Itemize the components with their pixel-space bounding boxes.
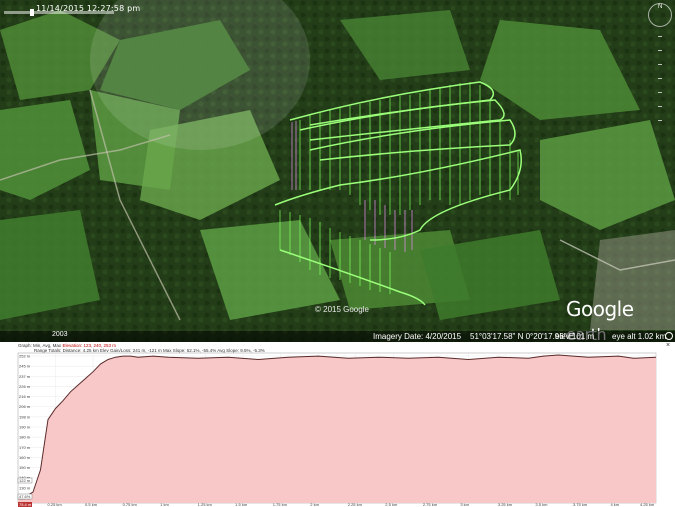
map-view[interactable]: 11/14/2015 12:27:58 pm © 2015 Google Goo…	[0, 0, 675, 342]
imagery-year-badge: 2003	[52, 331, 68, 338]
y-tick-label: 206 m	[19, 404, 31, 409]
percent-label: 47.6%	[19, 494, 31, 499]
x-tick-label: 2 km	[310, 502, 319, 507]
x-start-marker: 75.4 m	[18, 502, 32, 507]
x-tick-label: 3 km	[460, 502, 469, 507]
zoom-tick	[658, 50, 662, 51]
x-tick-label: 3.75 km	[573, 502, 588, 507]
x-tick-label: 3.25 km	[498, 502, 513, 507]
logo-brand: Google	[566, 297, 634, 321]
elevation-readout: elev 101 m	[555, 332, 595, 341]
imagery-date: Imagery Date: 4/20/2015	[373, 332, 462, 341]
north-label: N	[658, 4, 663, 10]
y-tick-label: 130 m	[19, 485, 31, 490]
zoom-tick	[658, 92, 662, 93]
x-start-label: 75.4 m	[19, 502, 32, 507]
elevation-chart[interactable]: 252 m 245 m 237 m 226 m 216 m 206 m 198 m 190 m…	[0, 342, 675, 507]
x-tick-label: 2.75 km	[423, 502, 438, 507]
x-tick-label: 1.25 km	[198, 502, 213, 507]
x-tick-label: 0.75 km	[123, 502, 138, 507]
status-bar: Imagery Date: 4/20/2015 51°03'17.58" N 0…	[0, 331, 675, 342]
zoom-tick	[658, 106, 662, 107]
y-tick-label: 245 m	[19, 364, 31, 369]
x-tick-label: 3.5 km	[535, 502, 548, 507]
current-y-label: 122 m	[19, 478, 31, 483]
x-tick-label: 1 km	[160, 502, 169, 507]
x-tick-label: 1.5 km	[235, 502, 248, 507]
y-tick-label: 150 m	[19, 465, 31, 470]
satellite-imagery[interactable]	[0, 0, 675, 342]
zoom-slider[interactable]	[656, 32, 664, 124]
x-tick-label: 0.5 km	[85, 502, 98, 507]
compass-icon[interactable]: N	[648, 3, 672, 27]
current-y-marker: 122 m	[17, 477, 33, 484]
zoom-tick	[658, 36, 662, 37]
eye-altitude-readout: eye alt 1.02 km	[612, 332, 667, 341]
timestamp-label: 11/14/2015 12:27:58 pm	[36, 4, 141, 13]
zoom-tick	[658, 64, 662, 65]
elevation-profile-panel[interactable]: Graph: Min, Avg, Max Elevation: 123, 240…	[0, 342, 675, 507]
copyright-label: © 2015 Google	[315, 305, 369, 314]
y-tick-label: 190 m	[19, 425, 31, 430]
x-tick-label: 2.25 km	[348, 502, 363, 507]
x-tick-label: 0.25 km	[48, 502, 63, 507]
y-tick-label: 216 m	[19, 394, 31, 399]
zoom-tick	[658, 120, 662, 121]
x-tick-label: 1.75 km	[273, 502, 288, 507]
y-tick-label: 170 m	[19, 445, 31, 450]
y-tick-label: 198 m	[19, 414, 31, 419]
percent-marker: 47.6%	[17, 493, 33, 500]
x-tick-label: 2.5 km	[385, 502, 398, 507]
y-tick-label: 237 m	[19, 374, 31, 379]
elevation-area	[18, 355, 656, 503]
x-end-label: 4.25 km	[640, 502, 655, 507]
x-tick-label: 4 km	[610, 502, 619, 507]
zoom-tick	[658, 78, 662, 79]
y-tick-label: 252 m	[19, 354, 31, 359]
y-tick-label: 160 m	[19, 455, 31, 460]
y-tick-label: 226 m	[19, 384, 31, 389]
streaming-icon	[665, 332, 673, 340]
y-tick-label: 180 m	[19, 435, 31, 440]
